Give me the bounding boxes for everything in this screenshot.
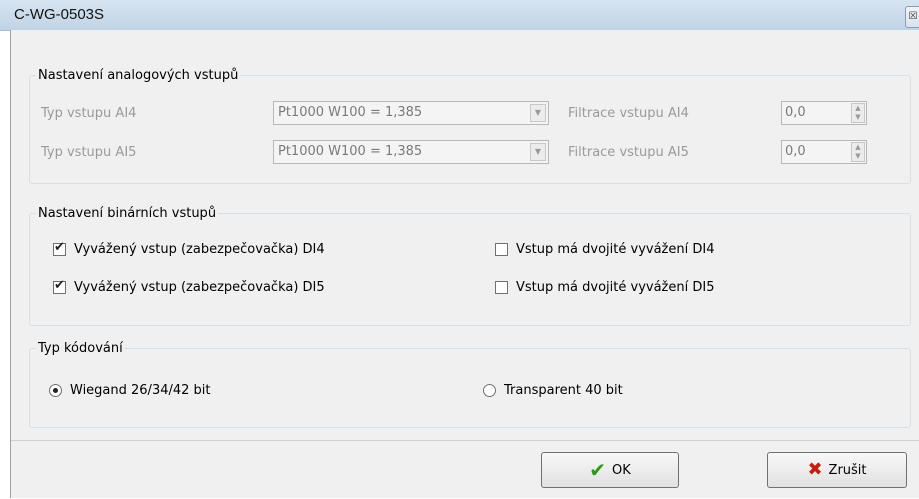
chevron-down-icon[interactable]: ▼ bbox=[530, 104, 546, 122]
ai5-type-label: Typ vstupu AI5 bbox=[41, 145, 137, 160]
x-icon: ✖ bbox=[807, 459, 823, 480]
ai4-type-select[interactable]: Pt1000 W100 = 1,385 ▼ bbox=[273, 101, 549, 125]
transparent-label: Transparent 40 bit bbox=[504, 382, 623, 398]
di5-double-label: Vstup má dvojité vyvážení DI5 bbox=[516, 279, 715, 295]
binary-inputs-legend: Nastavení binárních vstupů bbox=[38, 206, 217, 221]
radio-selected-icon bbox=[53, 387, 58, 393]
coding-type-legend: Typ kódování bbox=[38, 341, 123, 356]
wiegand-label: Wiegand 26/34/42 bit bbox=[70, 382, 211, 398]
transparent-radio[interactable]: Transparent 40 bit bbox=[483, 381, 623, 399]
dialog-client-area: Nastavení analogových vstupů Typ vstupu … bbox=[10, 30, 919, 498]
spin-arrows-icon[interactable]: ▲ ▼ bbox=[851, 103, 865, 123]
checkbox-box[interactable]: ✔ bbox=[53, 239, 66, 256]
radio-button[interactable] bbox=[49, 383, 62, 397]
di5-balanced-checkbox[interactable]: ✔ Vyvážený vstup (zabezpečovačka) DI5 bbox=[53, 278, 325, 296]
binary-inputs-group: Nastavení binárních vstupů bbox=[29, 206, 911, 326]
di4-double-label: Vstup má dvojité vyvážení DI4 bbox=[516, 241, 715, 257]
spin-arrows-icon[interactable]: ▲ ▼ bbox=[851, 142, 865, 162]
dialog-footer: ✔ OK ✖ Zrušit bbox=[11, 440, 919, 499]
ai5-type-value: Pt1000 W100 = 1,385 bbox=[278, 144, 423, 159]
ai4-type-label: Typ vstupu AI4 bbox=[41, 106, 137, 121]
check-icon: ✔ bbox=[54, 239, 65, 255]
check-icon: ✔ bbox=[54, 277, 65, 293]
di4-balanced-label: Vyvážený vstup (zabezpečovačka) DI4 bbox=[74, 241, 325, 257]
checkbox-box[interactable]: ✔ bbox=[53, 277, 66, 294]
wiegand-radio[interactable]: Wiegand 26/34/42 bit bbox=[49, 381, 211, 399]
ok-button[interactable]: ✔ OK bbox=[541, 452, 679, 488]
ok-button-label: OK bbox=[612, 462, 631, 478]
ai5-filter-value: 0,0 bbox=[785, 144, 806, 159]
window-title: C-WG-0503S bbox=[14, 6, 105, 23]
radio-button[interactable] bbox=[483, 383, 496, 397]
checkbox-box[interactable] bbox=[495, 242, 508, 256]
analog-inputs-legend: Nastavení analogových vstupů bbox=[38, 68, 239, 83]
ai5-filter-spinner[interactable]: 0,0 ▲ ▼ bbox=[781, 140, 867, 164]
chevron-down-icon[interactable]: ▼ bbox=[530, 143, 546, 161]
di5-double-checkbox[interactable]: Vstup má dvojité vyvážení DI5 bbox=[495, 278, 714, 296]
ai4-filter-value: 0,0 bbox=[785, 105, 806, 120]
cancel-button-label: Zrušit bbox=[828, 462, 867, 478]
check-icon: ✔ bbox=[589, 458, 606, 482]
title-bar: C-WG-0503S ☒ bbox=[0, 0, 919, 31]
di4-double-checkbox[interactable]: Vstup má dvojité vyvážení DI4 bbox=[495, 240, 714, 258]
ai4-type-value: Pt1000 W100 = 1,385 bbox=[278, 105, 423, 120]
checkbox-box[interactable] bbox=[495, 280, 508, 294]
ai4-filter-label: Filtrace vstupu AI4 bbox=[568, 106, 689, 121]
ai5-filter-label: Filtrace vstupu AI5 bbox=[568, 145, 689, 160]
ai5-type-select[interactable]: Pt1000 W100 = 1,385 ▼ bbox=[273, 140, 549, 164]
ai4-filter-spinner[interactable]: 0,0 ▲ ▼ bbox=[781, 101, 867, 125]
di4-balanced-checkbox[interactable]: ✔ Vyvážený vstup (zabezpečovačka) DI4 bbox=[53, 240, 325, 258]
analog-inputs-group: Nastavení analogových vstupů bbox=[29, 68, 911, 184]
cancel-button[interactable]: ✖ Zrušit bbox=[767, 452, 907, 488]
close-button[interactable]: ☒ bbox=[905, 6, 919, 28]
di5-balanced-label: Vyvážený vstup (zabezpečovačka) DI5 bbox=[74, 279, 325, 295]
close-icon: ☒ bbox=[908, 11, 918, 22]
